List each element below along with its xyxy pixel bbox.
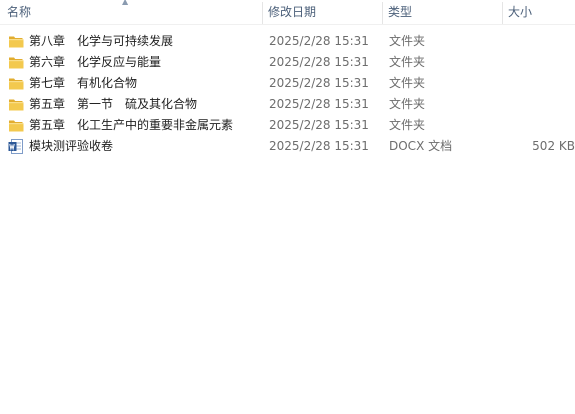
file-name: 第五章 化工生产中的重要非金属元素 [29, 118, 234, 132]
date-modified: 2025/2/28 15:31 [269, 118, 369, 132]
name-cell: 第五章 第一节 硫及其化合物 [8, 94, 260, 115]
column-header-bar: ▲ 名称 修改日期 类型 大小 [0, 0, 575, 25]
file-name: 第七章 有机化合物 [29, 76, 138, 90]
file-list: 第八章 化学与可持续发展 2025/2/28 15:31 文件夹 第六章 化学反… [0, 31, 575, 157]
file-row[interactable]: 第五章 化工生产中的重要非金属元素 2025/2/28 15:31 文件夹 [0, 115, 575, 136]
name-cell: 第五章 化工生产中的重要非金属元素 [8, 115, 260, 136]
name-cell: 模块测评验收卷 [8, 136, 260, 157]
file-size [505, 52, 575, 73]
file-size [505, 115, 575, 136]
name-cell: 第七章 有机化合物 [8, 73, 260, 94]
file-row[interactable]: 第八章 化学与可持续发展 2025/2/28 15:31 文件夹 [0, 31, 575, 52]
column-header-type[interactable]: 类型 [382, 0, 502, 24]
word-document-icon [8, 139, 23, 154]
date-modified: 2025/2/28 15:31 [269, 34, 369, 48]
folder-icon [9, 120, 24, 132]
date-modified: 2025/2/28 15:31 [269, 76, 369, 90]
file-type: 文件夹 [389, 55, 426, 69]
file-type: 文件夹 [389, 34, 426, 48]
file-type: DOCX 文档 [389, 139, 453, 153]
file-name: 第六章 化学反应与能量 [29, 55, 162, 69]
date-modified: 2025/2/28 15:31 [269, 55, 369, 69]
folder-icon [9, 36, 24, 48]
file-row[interactable]: 模块测评验收卷 2025/2/28 15:31 DOCX 文档 502 KB [0, 136, 575, 157]
file-explorer-list-view: ▲ 名称 修改日期 类型 大小 第八章 化学与可持续发展 2025/2/28 1… [0, 0, 575, 414]
date-modified: 2025/2/28 15:31 [269, 97, 369, 111]
file-row[interactable]: 第七章 有机化合物 2025/2/28 15:31 文件夹 [0, 73, 575, 94]
file-size [505, 94, 575, 115]
folder-icon [9, 99, 24, 111]
file-name: 模块测评验收卷 [29, 139, 114, 153]
column-header-date-modified[interactable]: 修改日期 [262, 0, 382, 24]
date-modified: 2025/2/28 15:31 [269, 139, 369, 153]
file-type: 文件夹 [389, 97, 426, 111]
file-size [505, 73, 575, 94]
folder-icon [9, 78, 24, 90]
file-row[interactable]: 第五章 第一节 硫及其化合物 2025/2/28 15:31 文件夹 [0, 94, 575, 115]
file-size [505, 31, 575, 52]
name-cell: 第八章 化学与可持续发展 [8, 31, 260, 52]
file-type: 文件夹 [389, 118, 426, 132]
name-cell: 第六章 化学反应与能量 [8, 52, 260, 73]
column-header-size[interactable]: 大小 [502, 0, 575, 24]
file-name: 第五章 第一节 硫及其化合物 [29, 97, 198, 111]
file-row[interactable]: 第六章 化学反应与能量 2025/2/28 15:31 文件夹 [0, 52, 575, 73]
file-size: 502 KB [532, 139, 575, 153]
file-type: 文件夹 [389, 76, 426, 90]
folder-icon [9, 57, 24, 69]
file-name: 第八章 化学与可持续发展 [29, 34, 174, 48]
column-header-name[interactable]: 名称 [0, 0, 262, 24]
